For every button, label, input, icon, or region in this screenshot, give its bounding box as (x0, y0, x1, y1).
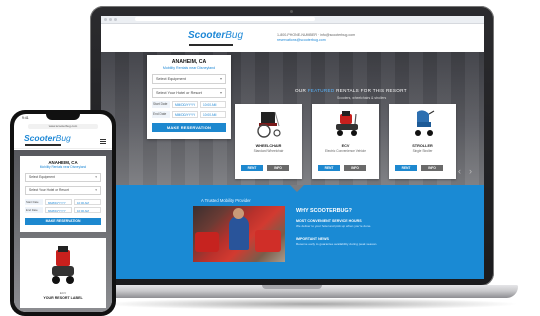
phone-end-date-input[interactable]: MM/DD/YYYY (45, 207, 72, 213)
why-heading-news: IMPORTANT NEWS (296, 237, 329, 241)
hamburger-menu-icon[interactable] (100, 139, 106, 140)
browser-toolbar (101, 16, 484, 24)
chevron-down-icon: ▾ (219, 90, 222, 95)
laptop-hinge-notch (262, 285, 322, 289)
chevron-down-icon: ▾ (95, 175, 97, 179)
header-email-link[interactable]: reservations@scooterbug.com (277, 38, 355, 43)
phone-start-date-row: Start Date MM/DD/YYYY 10:00 AM (25, 199, 101, 205)
why-section (101, 185, 484, 279)
phone-start-time-input[interactable]: 10:00 AM (74, 199, 101, 205)
phone-address-bar[interactable]: www.scooterbug.com (28, 124, 98, 129)
phone-site-logo[interactable]: ScooterBug (24, 133, 71, 143)
rent-button[interactable]: RENT (318, 165, 340, 171)
phone-product-card[interactable]: ECV YOUR RESORT LABEL (20, 238, 106, 308)
phone-frame: 9:41 www.scooterbug.com ScooterBug ANAHE… (10, 110, 116, 316)
logo-underline (189, 44, 233, 46)
address-bar[interactable] (135, 17, 315, 21)
rent-button[interactable]: RENT (241, 165, 263, 171)
featured-title: OUR FEATURED RENTALS FOR THIS RESORT (295, 88, 407, 93)
chevron-right-icon[interactable]: › (469, 166, 472, 176)
phone-start-date-input[interactable]: MM/DD/YYYY (45, 199, 72, 205)
rent-button[interactable]: RENT (395, 165, 417, 171)
location-title: ANAHEIM, CA (171, 59, 207, 65)
why-text-news: Reserve early to guarantee availability … (296, 242, 378, 246)
laptop-screen: ScooterBug 1-800-PHONE-NUMBER · info@sco… (101, 16, 484, 279)
phone-location-subtitle: Mobility Rentals near Disneyland (39, 165, 87, 169)
info-button[interactable]: INFO (267, 165, 289, 171)
equipment-select[interactable]: Select Equipment ▾ (152, 74, 226, 84)
section-notch (290, 185, 304, 192)
laptop-shadow (100, 298, 520, 310)
site-logo[interactable]: ScooterBug (188, 30, 243, 41)
section-caption: A Trusted Mobility Provider (201, 198, 251, 203)
scooter-icon (336, 111, 358, 136)
phone-notch (46, 114, 80, 120)
product-card-stroller[interactable]: STROLLER Single Stroller RENT INFO (389, 104, 456, 179)
why-text-hours: We deliver to your hotel and pick up whe… (296, 224, 372, 228)
phone-end-date-row: End Date MM/DD/YYYY 10:00 AM (25, 207, 101, 213)
webcam-icon (290, 10, 293, 13)
wheelchair-icon (257, 111, 281, 138)
phone-end-time-input[interactable]: 10:00 AM (74, 207, 101, 213)
product-card-wheelchair[interactable]: WHEELCHAIR Standard Wheelchair RENT INFO (235, 104, 302, 179)
site-header: ScooterBug 1-800-PHONE-NUMBER · info@sco… (101, 24, 484, 53)
end-date-row: End Date MM/DD/YYYY 10:00 AM (152, 111, 226, 118)
why-heading-hours: MOST CONVENIENT SERVICE HOURS (296, 219, 362, 223)
phone-body: ANAHEIM, CA Mobility Rentals near Disney… (14, 150, 112, 312)
phone-make-reservation-button[interactable]: MAKE RESERVATION (25, 218, 101, 225)
scooter-icon (52, 246, 74, 284)
featured-subtitle: Scooters, wheelchairs & strollers (337, 96, 387, 100)
location-subtitle: Mobility Rentals near Disneyland (162, 66, 216, 70)
stroller-icon (415, 110, 435, 136)
chevron-down-icon: ▾ (219, 76, 222, 81)
phone-screen: 9:41 www.scooterbug.com ScooterBug ANAHE… (14, 114, 112, 312)
chevron-down-icon: ▾ (95, 188, 97, 192)
chevron-left-icon[interactable]: ‹ (458, 166, 461, 176)
window-minimize-icon[interactable] (109, 18, 112, 21)
window-close-icon[interactable] (104, 18, 107, 21)
phone-hotel-select[interactable]: Select Your Hotel or Resort ▾ (25, 186, 101, 195)
product-card-ecv[interactable]: ECV Electric Convenience Vehicle RENT IN… (312, 104, 379, 179)
phone-reservation-card: ANAHEIM, CA Mobility Rentals near Disney… (20, 156, 106, 232)
header-contact: 1-800-PHONE-NUMBER · info@scooterbug.com… (277, 33, 355, 43)
end-time-input[interactable]: 10:00 AM (200, 111, 226, 118)
phone-header: ScooterBug (14, 131, 112, 149)
reservation-card: ANAHEIM, CA Mobility Rentals near Disney… (147, 55, 231, 139)
end-date-input[interactable]: MM/DD/YYYY (172, 111, 198, 118)
staff-photo (193, 206, 285, 262)
start-date-input[interactable]: MM/DD/YYYY (172, 101, 198, 108)
why-title: WHY SCOOTERBUG? (296, 208, 352, 214)
phone-status-time: 9:41 (22, 116, 29, 120)
info-button[interactable]: INFO (344, 165, 366, 171)
info-button[interactable]: INFO (421, 165, 443, 171)
start-date-row: Start Date MM/DD/YYYY 10:00 AM (152, 101, 226, 108)
phone-equipment-select[interactable]: Select Equipment ▾ (25, 173, 101, 182)
start-time-input[interactable]: 10:00 AM (200, 101, 226, 108)
window-maximize-icon[interactable] (114, 18, 117, 21)
phone-logo-underline (25, 144, 61, 146)
make-reservation-button[interactable]: MAKE RESERVATION (152, 123, 226, 132)
hotel-select[interactable]: Select Your Hotel or Resort ▾ (152, 88, 226, 98)
